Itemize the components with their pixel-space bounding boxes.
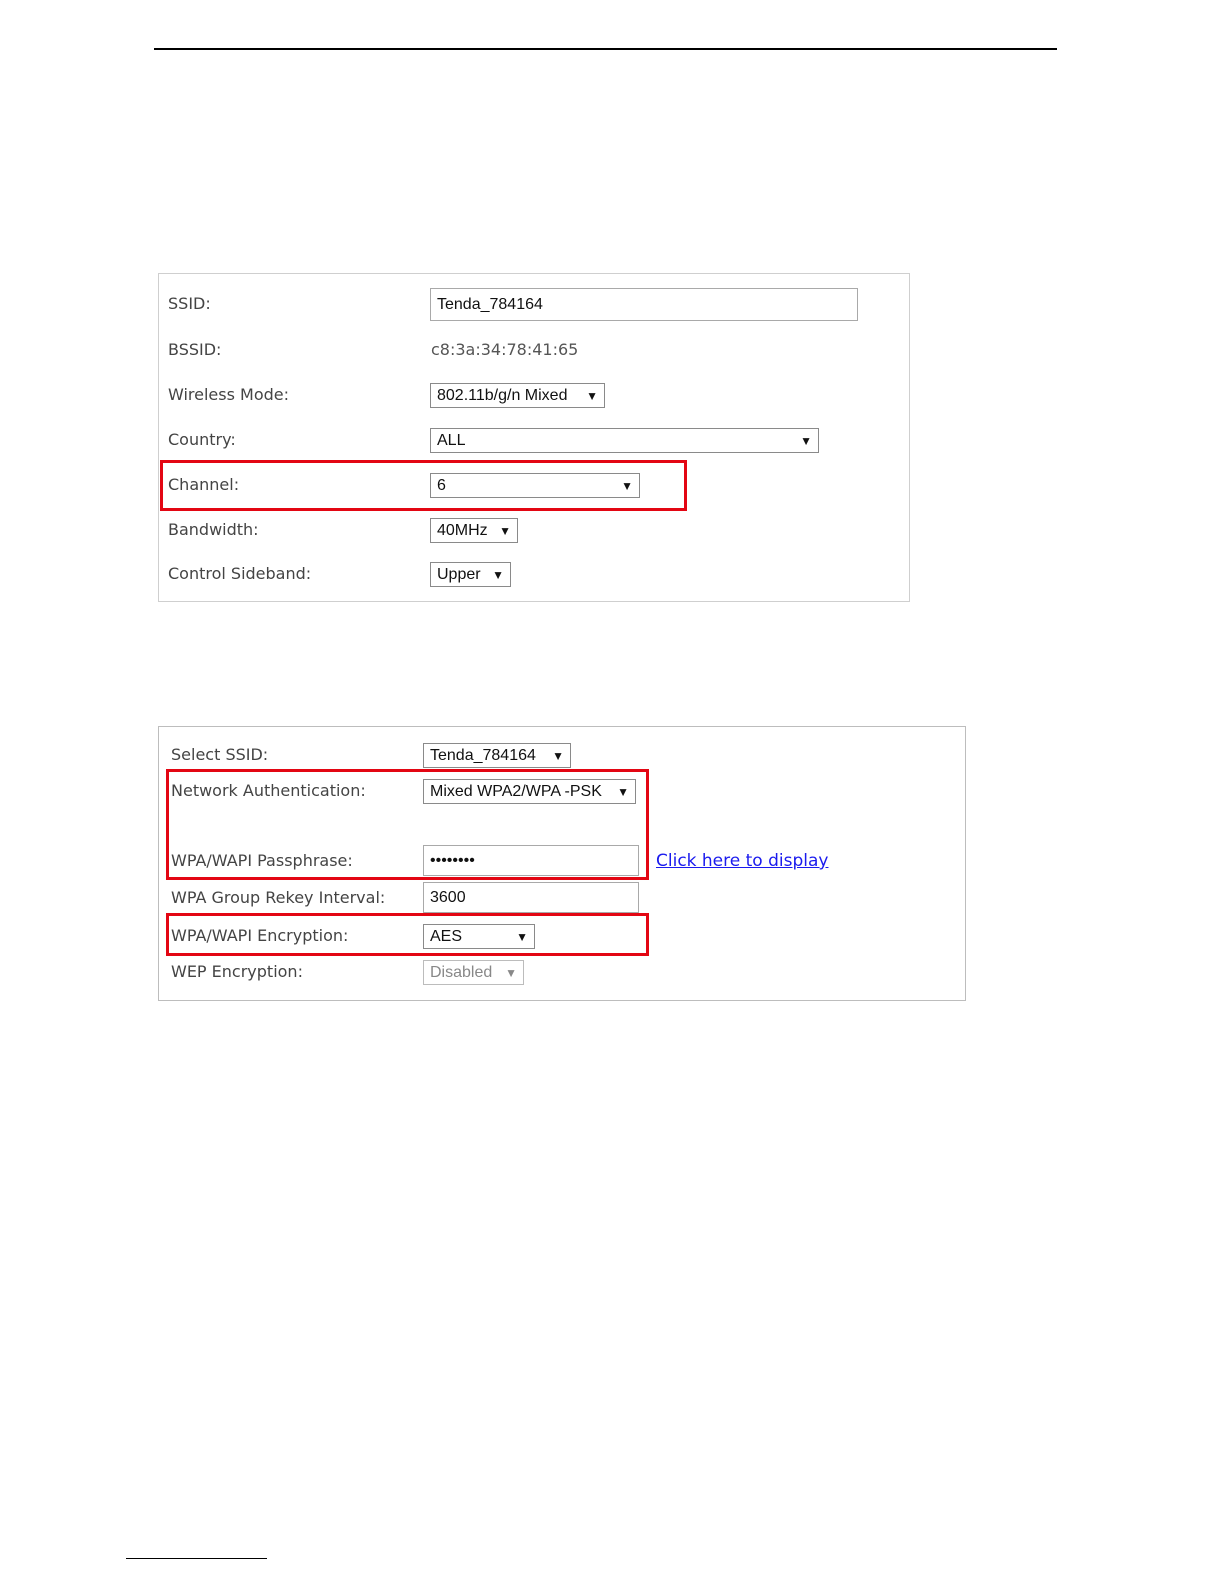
wep-encryption-value: Disabled	[430, 963, 493, 981]
chevron-down-icon: ▼	[586, 388, 598, 403]
select-ssid-label: Select SSID:	[171, 745, 269, 764]
chevron-down-icon: ▼	[499, 523, 511, 538]
control-sideband-value: Upper	[437, 565, 481, 583]
bandwidth-select[interactable]: 40MHz ▼	[430, 518, 518, 543]
rekey-interval-input[interactable]: 3600	[423, 882, 639, 913]
wireless-mode-select[interactable]: 802.11b/g/n Mixed ▼	[430, 383, 605, 408]
control-sideband-label: Control Sideband:	[168, 564, 312, 583]
encryption-highlight-box	[166, 913, 649, 956]
bandwidth-label: Bandwidth:	[168, 520, 259, 539]
chevron-down-icon: ▼	[552, 748, 564, 763]
country-label: Country:	[168, 430, 236, 449]
wep-encryption-label: WEP Encryption:	[171, 962, 303, 981]
select-ssid-value: Tenda_784164	[430, 746, 536, 764]
header-rule	[154, 48, 1057, 50]
chevron-down-icon: ▼	[492, 567, 504, 582]
bssid-label: BSSID:	[168, 340, 222, 359]
control-sideband-select[interactable]: Upper ▼	[430, 562, 511, 587]
auth-passphrase-highlight-box	[166, 769, 649, 880]
ssid-label: SSID:	[168, 294, 211, 313]
bssid-value: c8:3a:34:78:41:65	[431, 340, 579, 359]
wep-encryption-select: Disabled ▼	[423, 960, 524, 985]
bandwidth-value: 40MHz	[437, 521, 488, 539]
country-value: ALL	[437, 431, 466, 449]
ssid-input[interactable]: Tenda_784164	[430, 288, 858, 321]
ssid-value: Tenda_784164	[437, 295, 543, 313]
footer-rule	[126, 1558, 267, 1559]
chevron-down-icon: ▼	[505, 965, 517, 980]
chevron-down-icon: ▼	[800, 433, 812, 448]
wireless-mode-value: 802.11b/g/n Mixed	[437, 386, 568, 404]
rekey-interval-value: 3600	[430, 888, 466, 906]
country-select[interactable]: ALL ▼	[430, 428, 819, 453]
wireless-mode-label: Wireless Mode:	[168, 385, 290, 404]
select-ssid-select[interactable]: Tenda_784164 ▼	[423, 743, 571, 768]
rekey-interval-label: WPA Group Rekey Interval:	[171, 888, 386, 907]
display-passphrase-link[interactable]: Click here to display	[656, 851, 828, 871]
channel-highlight-box	[160, 460, 687, 511]
